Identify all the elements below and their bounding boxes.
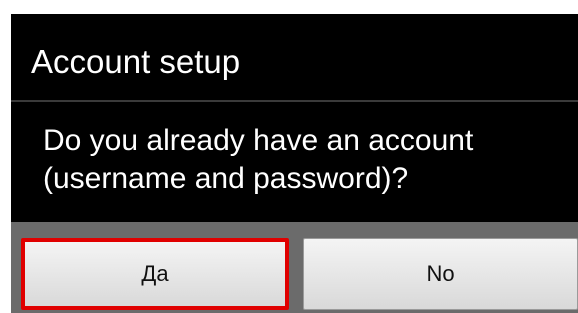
yes-button[interactable]: Да: [21, 238, 289, 310]
dialog-title-bar: Account setup: [11, 14, 578, 100]
yes-button-label: Да: [141, 261, 169, 286]
dialog-button-bar: Да No: [11, 222, 578, 313]
dialog-title: Account setup: [31, 43, 241, 80]
no-button-label: No: [426, 261, 455, 286]
account-setup-dialog: Account setup Do you already have an acc…: [11, 14, 578, 313]
title-divider: [11, 100, 578, 102]
no-button[interactable]: No: [303, 238, 578, 310]
screen: Account setup Do you already have an acc…: [0, 0, 578, 313]
dialog-message: Do you already have an account (username…: [43, 124, 474, 195]
